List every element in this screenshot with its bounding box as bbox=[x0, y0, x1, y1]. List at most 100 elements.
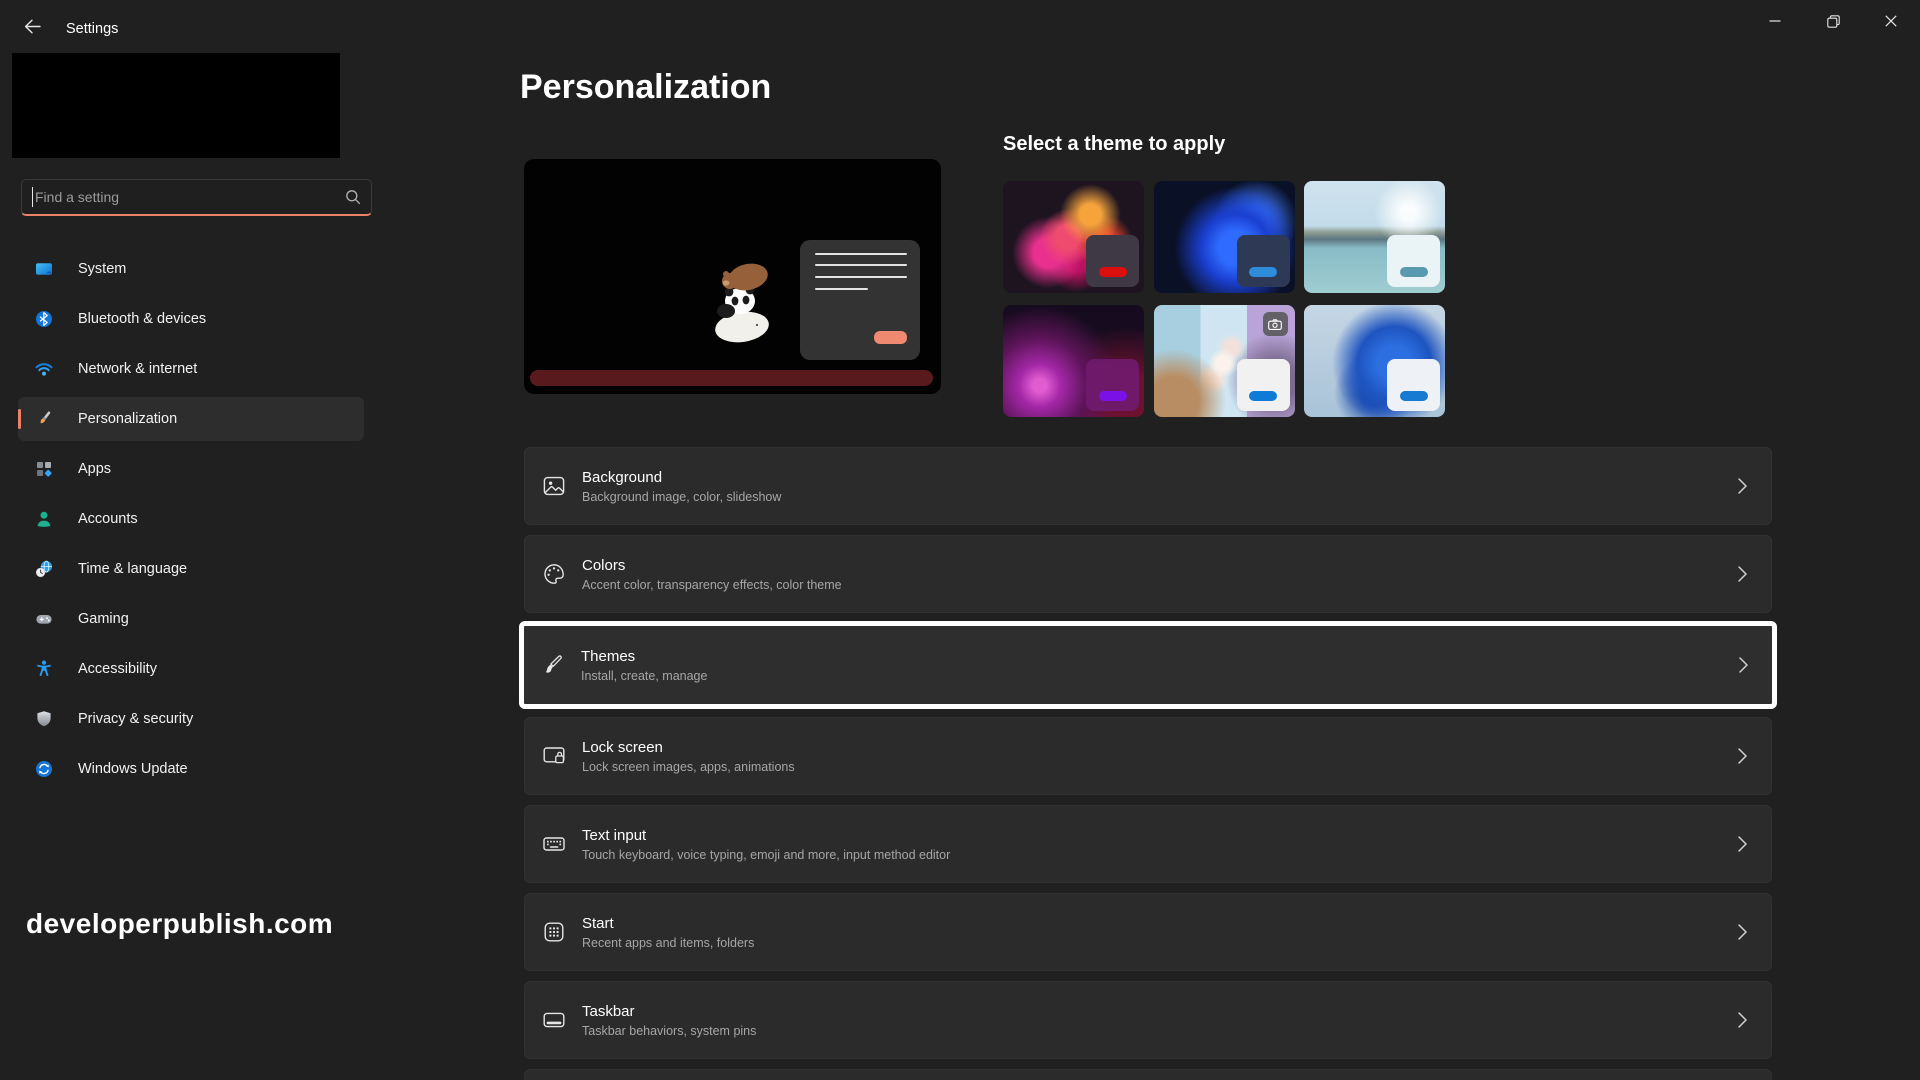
chevron-right-icon bbox=[1738, 748, 1747, 764]
settings-row-themes[interactable]: Themes Install, create, manage bbox=[519, 621, 1777, 709]
minimize-icon bbox=[1769, 15, 1781, 27]
row-title: Start bbox=[582, 915, 1738, 932]
sidebar-item-time-language[interactable]: Time & language bbox=[18, 547, 364, 591]
preview-accent-button bbox=[874, 331, 907, 344]
app-title: Settings bbox=[66, 21, 118, 37]
chevron-right-icon bbox=[1738, 924, 1747, 940]
accessibility-icon bbox=[34, 659, 54, 679]
restore-icon bbox=[1827, 15, 1840, 28]
sidebar-item-label: Accessibility bbox=[78, 661, 157, 677]
apps-icon bbox=[34, 459, 54, 479]
update-refresh-icon bbox=[34, 759, 54, 779]
settings-row-text-input[interactable]: Text input Touch keyboard, voice typing,… bbox=[524, 805, 1772, 883]
background-image-icon bbox=[541, 473, 567, 499]
row-title: Text input bbox=[582, 827, 1738, 844]
settings-row-start[interactable]: Start Recent apps and items, folders bbox=[524, 893, 1772, 971]
search-input[interactable] bbox=[35, 189, 345, 205]
sidebar-item-label: Bluetooth & devices bbox=[78, 311, 206, 327]
lock-screen-icon bbox=[541, 743, 567, 769]
taskbar-icon bbox=[541, 1007, 567, 1033]
row-title: Lock screen bbox=[582, 739, 1738, 756]
theme-mini-window bbox=[1086, 235, 1139, 287]
row-subtitle: Touch keyboard, voice typing, emoji and … bbox=[582, 848, 1738, 862]
bluetooth-icon bbox=[34, 309, 54, 329]
back-button[interactable] bbox=[12, 10, 52, 42]
row-subtitle: Recent apps and items, folders bbox=[582, 936, 1738, 950]
sidebar-item-gaming[interactable]: Gaming bbox=[18, 597, 364, 641]
row-subtitle: Install, create, manage bbox=[581, 669, 1739, 683]
search-box[interactable] bbox=[21, 179, 372, 216]
sidebar-item-label: System bbox=[78, 261, 126, 277]
bears-wallpaper-illustration bbox=[696, 249, 784, 345]
chevron-right-icon bbox=[1738, 1012, 1747, 1028]
search-icon bbox=[345, 189, 361, 205]
preview-text-line bbox=[815, 253, 907, 255]
sidebar-item-privacy-security[interactable]: Privacy & security bbox=[18, 697, 364, 741]
accounts-person-icon bbox=[34, 509, 54, 529]
time-language-icon bbox=[34, 559, 54, 579]
row-title: Themes bbox=[581, 648, 1739, 665]
sidebar-item-accessibility[interactable]: Accessibility bbox=[18, 647, 364, 691]
sidebar-item-apps[interactable]: Apps bbox=[18, 447, 364, 491]
watermark: developerpublish.com bbox=[26, 908, 333, 940]
close-button[interactable] bbox=[1862, 0, 1920, 42]
wifi-icon bbox=[34, 359, 54, 379]
row-title: Background bbox=[582, 469, 1738, 486]
theme-accent-pill bbox=[1099, 391, 1127, 401]
theme-tile-dark-flower[interactable] bbox=[1003, 181, 1144, 293]
sidebar-item-accounts[interactable]: Accounts bbox=[18, 497, 364, 541]
sidebar-item-label: Network & internet bbox=[78, 361, 197, 377]
camera-badge bbox=[1263, 312, 1288, 336]
themes-brush-icon bbox=[540, 652, 566, 678]
settings-row-partial[interactable] bbox=[524, 1069, 1772, 1080]
sidebar-item-windows-update[interactable]: Windows Update bbox=[18, 747, 364, 791]
sidebar-item-network-internet[interactable]: Network & internet bbox=[18, 347, 364, 391]
minimize-button[interactable] bbox=[1746, 0, 1804, 42]
settings-row-taskbar[interactable]: Taskbar Taskbar behaviors, system pins bbox=[524, 981, 1772, 1059]
titlebar: Settings bbox=[0, 0, 1920, 50]
theme-accent-pill bbox=[1099, 267, 1127, 277]
theme-accent-pill bbox=[1249, 267, 1277, 277]
theme-mini-window bbox=[1237, 359, 1290, 411]
settings-row-background[interactable]: Background Background image, color, slid… bbox=[524, 447, 1772, 525]
restore-button[interactable] bbox=[1804, 0, 1862, 42]
theme-tile-purple-glow[interactable] bbox=[1003, 305, 1144, 417]
sidebar-item-label: Gaming bbox=[78, 611, 129, 627]
sidebar-item-label: Apps bbox=[78, 461, 111, 477]
theme-mini-window bbox=[1237, 235, 1290, 287]
theme-mini-window bbox=[1387, 359, 1440, 411]
sidebar-item-system[interactable]: System bbox=[18, 247, 364, 291]
theme-mini-window bbox=[1086, 359, 1139, 411]
sidebar-item-bluetooth-devices[interactable]: Bluetooth & devices bbox=[18, 297, 364, 341]
sidebar-item-personalization[interactable]: Personalization bbox=[18, 397, 364, 441]
sidebar-nav: System Bluetooth & devices Network & int… bbox=[18, 247, 364, 797]
personalization-brush-icon bbox=[34, 409, 54, 429]
keyboard-icon bbox=[541, 831, 567, 857]
theme-tile-windows-dark-bloom[interactable] bbox=[1154, 181, 1295, 293]
row-subtitle: Taskbar behaviors, system pins bbox=[582, 1024, 1738, 1038]
camera-icon bbox=[1268, 319, 1282, 330]
user-account-card-redacted[interactable] bbox=[12, 53, 340, 158]
settings-row-lock-screen[interactable]: Lock screen Lock screen images, apps, an… bbox=[524, 717, 1772, 795]
sidebar-item-label: Windows Update bbox=[78, 761, 188, 777]
row-subtitle: Background image, color, slideshow bbox=[582, 490, 1738, 504]
theme-preview-card bbox=[524, 159, 941, 394]
sidebar-item-label: Time & language bbox=[78, 561, 187, 577]
sidebar-item-label: Privacy & security bbox=[78, 711, 193, 727]
sidebar-item-label: Personalization bbox=[78, 411, 177, 427]
theme-tile-light-landscape[interactable] bbox=[1304, 181, 1445, 293]
chevron-right-icon bbox=[1738, 836, 1747, 852]
row-title: Colors bbox=[582, 557, 1738, 574]
theme-tile-photo-collage[interactable] bbox=[1154, 305, 1295, 417]
chevron-right-icon bbox=[1739, 657, 1748, 673]
theme-tile-windows-light-bloom[interactable] bbox=[1304, 305, 1445, 417]
shield-icon bbox=[34, 709, 54, 729]
preview-text-line bbox=[815, 288, 868, 290]
theme-accent-pill bbox=[1400, 267, 1428, 277]
sidebar-item-label: Accounts bbox=[78, 511, 138, 527]
preview-mini-window bbox=[800, 240, 920, 360]
page-title: Personalization bbox=[520, 68, 771, 107]
settings-row-colors[interactable]: Colors Accent color, transparency effect… bbox=[524, 535, 1772, 613]
theme-picker-heading: Select a theme to apply bbox=[1003, 133, 1225, 156]
row-subtitle: Lock screen images, apps, animations bbox=[582, 760, 1738, 774]
